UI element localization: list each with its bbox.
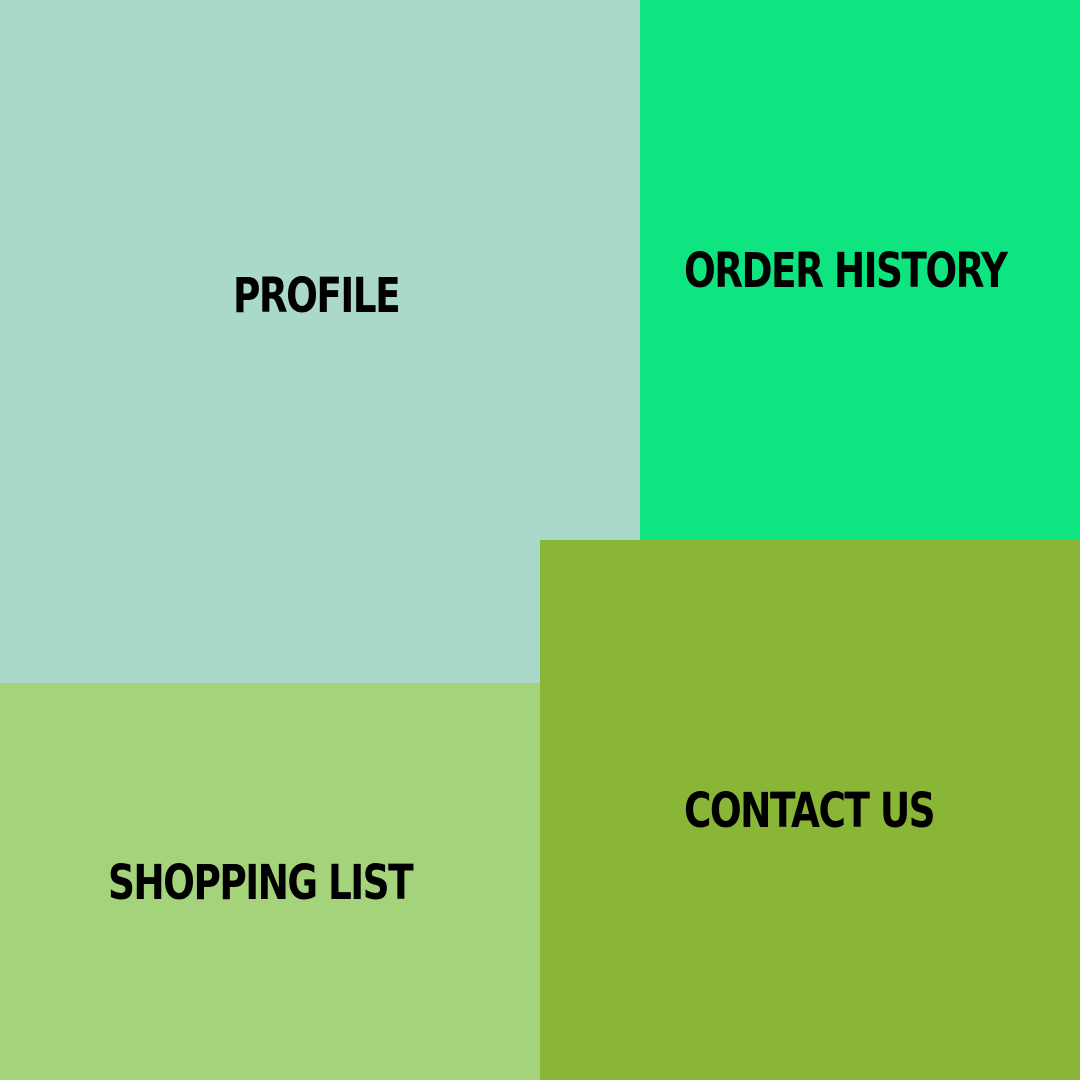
shopping-list-tile[interactable]: SHOPPING LIST [0, 683, 540, 1080]
menu-grid: PROFILE ORDER HISTORY SHOPPING LIST CONT… [0, 0, 1080, 1080]
order-history-label: ORDER HISTORY [684, 243, 1008, 299]
contact-us-tile[interactable]: CONTACT US [540, 540, 1080, 1080]
shopping-list-label: SHOPPING LIST [108, 855, 414, 911]
order-history-tile[interactable]: ORDER HISTORY [640, 0, 1080, 540]
profile-label: PROFILE [233, 268, 401, 324]
contact-us-label: CONTACT US [684, 783, 936, 839]
